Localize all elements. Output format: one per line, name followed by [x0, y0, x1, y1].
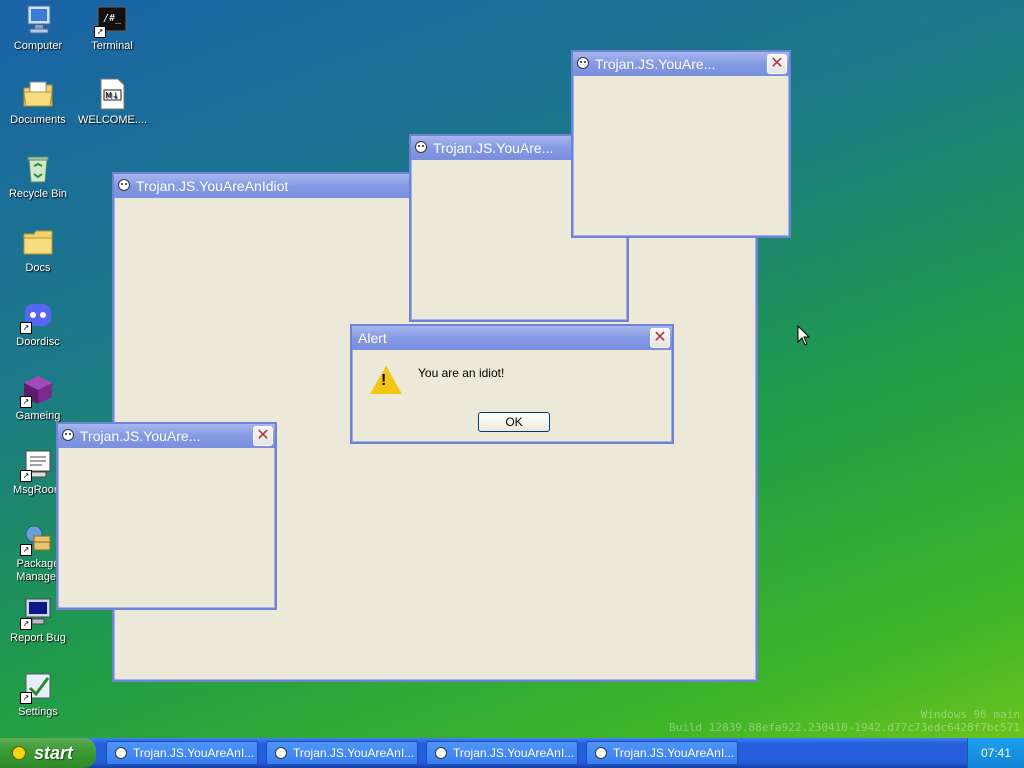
desktop-icon-label: Docs: [25, 262, 51, 274]
smiley-icon: [415, 141, 427, 153]
discord-icon: ↗: [20, 300, 54, 334]
recycle-bin-icon: [22, 152, 54, 184]
desktop-icon-recycle-bin[interactable]: Recycle Bin: [4, 152, 72, 201]
window-title: Trojan.JS.YouAre...: [80, 428, 201, 444]
shortcut-arrow-icon: ↗: [20, 618, 32, 630]
taskbar-item[interactable]: Trojan.JS.YouAreAnI...: [106, 741, 258, 765]
computer-icon: [22, 4, 54, 36]
alert-title: Alert: [358, 330, 387, 346]
mouse-cursor-icon: [797, 325, 811, 346]
desktop-icon-label: WELCOME....: [78, 114, 148, 126]
build-watermark: Windows 96 main Build 12839.88efa922.230…: [669, 708, 1020, 734]
cube-icon: ↗: [20, 374, 54, 408]
alert-titlebar[interactable]: Alert ✕: [352, 326, 672, 350]
taskbar-item-label: Trojan.JS.YouAreAnI...: [613, 746, 735, 760]
start-label: start: [34, 743, 74, 763]
desktop-icon-computer[interactable]: Computer: [4, 4, 72, 53]
desktop-icon-welcome[interactable]: M↓ WELCOME....: [78, 78, 148, 127]
smiley-icon: [577, 57, 589, 69]
settings-icon: ↗: [20, 670, 54, 704]
idiot-window-top[interactable]: Trojan.JS.YouAre... ✕: [571, 50, 791, 238]
desktop-icon-label: Terminal: [91, 40, 133, 52]
alert-dialog[interactable]: Alert ✕ ! You are an idiot! OK: [350, 324, 674, 444]
window-title: Trojan.JS.YouAre...: [433, 140, 554, 156]
package-manager-icon: ↗: [20, 522, 54, 556]
terminal-icon: /#_ ↗: [94, 4, 128, 38]
alert-message: You are an idiot!: [418, 366, 505, 380]
taskbar-item-label: Trojan.JS.YouAreAnI...: [133, 746, 255, 760]
desktop-icon-docs[interactable]: Docs: [4, 226, 72, 275]
taskbar-item-label: Trojan.JS.YouAreAnI...: [453, 746, 575, 760]
desktop-icon-label: Documents: [10, 114, 66, 126]
taskbar: start Trojan.JS.YouAreAnI... Trojan.JS.Y…: [0, 738, 1024, 768]
start-button[interactable]: start: [0, 738, 96, 768]
smiley-icon: [62, 429, 74, 441]
shortcut-arrow-icon: ↗: [20, 692, 32, 704]
msgroom-icon: ↗: [20, 448, 54, 482]
smiley-icon: [435, 747, 447, 759]
desktop-icon-label: Recycle Bin: [8, 188, 68, 200]
smiley-icon: [275, 747, 287, 759]
report-bug-icon: ↗: [20, 596, 54, 630]
shortcut-arrow-icon: ↗: [20, 396, 32, 408]
desktop-icon-gameing[interactable]: ↗ Gameing: [4, 374, 72, 423]
warning-mark: !: [381, 372, 387, 389]
documents-folder-icon: [22, 78, 54, 110]
window-titlebar[interactable]: Trojan.JS.YouAre... ✕: [58, 424, 275, 448]
shortcut-arrow-icon: ↗: [20, 470, 32, 482]
desktop-icon-terminal[interactable]: /#_ ↗ Terminal: [78, 4, 146, 53]
taskbar-item[interactable]: Trojan.JS.YouAreAnI...: [586, 741, 738, 765]
desktop-icon-settings[interactable]: ↗ Settings: [4, 670, 72, 719]
shortcut-arrow-icon: ↗: [94, 26, 106, 38]
terminal-glyph: /#_: [103, 13, 122, 24]
markdown-file-icon: M↓: [96, 78, 128, 110]
desktop-icon-label: Computer: [13, 40, 63, 52]
smiley-icon: [118, 179, 130, 191]
folder-icon: [22, 226, 54, 258]
shortcut-arrow-icon: ↗: [20, 544, 32, 556]
watermark-line-1: Windows 96 main: [920, 708, 1020, 721]
alert-body: ! You are an idiot! OK: [352, 350, 672, 438]
close-button[interactable]: ✕: [253, 426, 273, 446]
desktop-icon-doordisc[interactable]: ↗ Doordisc: [4, 300, 72, 349]
markdown-glyph: M↓: [105, 91, 119, 100]
close-button[interactable]: ✕: [767, 54, 787, 74]
desktop-icon-label: Settings: [18, 706, 58, 718]
window-title: Trojan.JS.YouAreAnIdiot: [136, 178, 289, 194]
shortcut-arrow-icon: ↗: [20, 322, 32, 334]
desktop-icon-label: Report Bug: [10, 632, 66, 644]
taskbar-item[interactable]: Trojan.JS.YouAreAnI...: [426, 741, 578, 765]
taskbar-item[interactable]: Trojan.JS.YouAreAnI...: [266, 741, 418, 765]
taskbar-item-label: Trojan.JS.YouAreAnI...: [293, 746, 415, 760]
smiley-icon: [115, 747, 127, 759]
start-logo-icon: [12, 746, 26, 760]
window-title: Trojan.JS.YouAre...: [595, 56, 716, 72]
desktop-icon-label: Doordisc: [16, 336, 60, 348]
window-titlebar[interactable]: Trojan.JS.YouAre... ✕: [573, 52, 789, 76]
ok-button[interactable]: OK: [478, 412, 550, 432]
watermark-line-2: Build 12839.88efa922.230410-1942.d77c73e…: [669, 721, 1020, 734]
idiot-window-small[interactable]: Trojan.JS.YouAre... ✕: [56, 422, 277, 610]
desktop-icon-documents[interactable]: Documents: [4, 78, 72, 127]
system-tray-clock[interactable]: 07:41: [967, 738, 1024, 768]
smiley-icon: [595, 747, 607, 759]
close-button[interactable]: ✕: [650, 328, 670, 348]
